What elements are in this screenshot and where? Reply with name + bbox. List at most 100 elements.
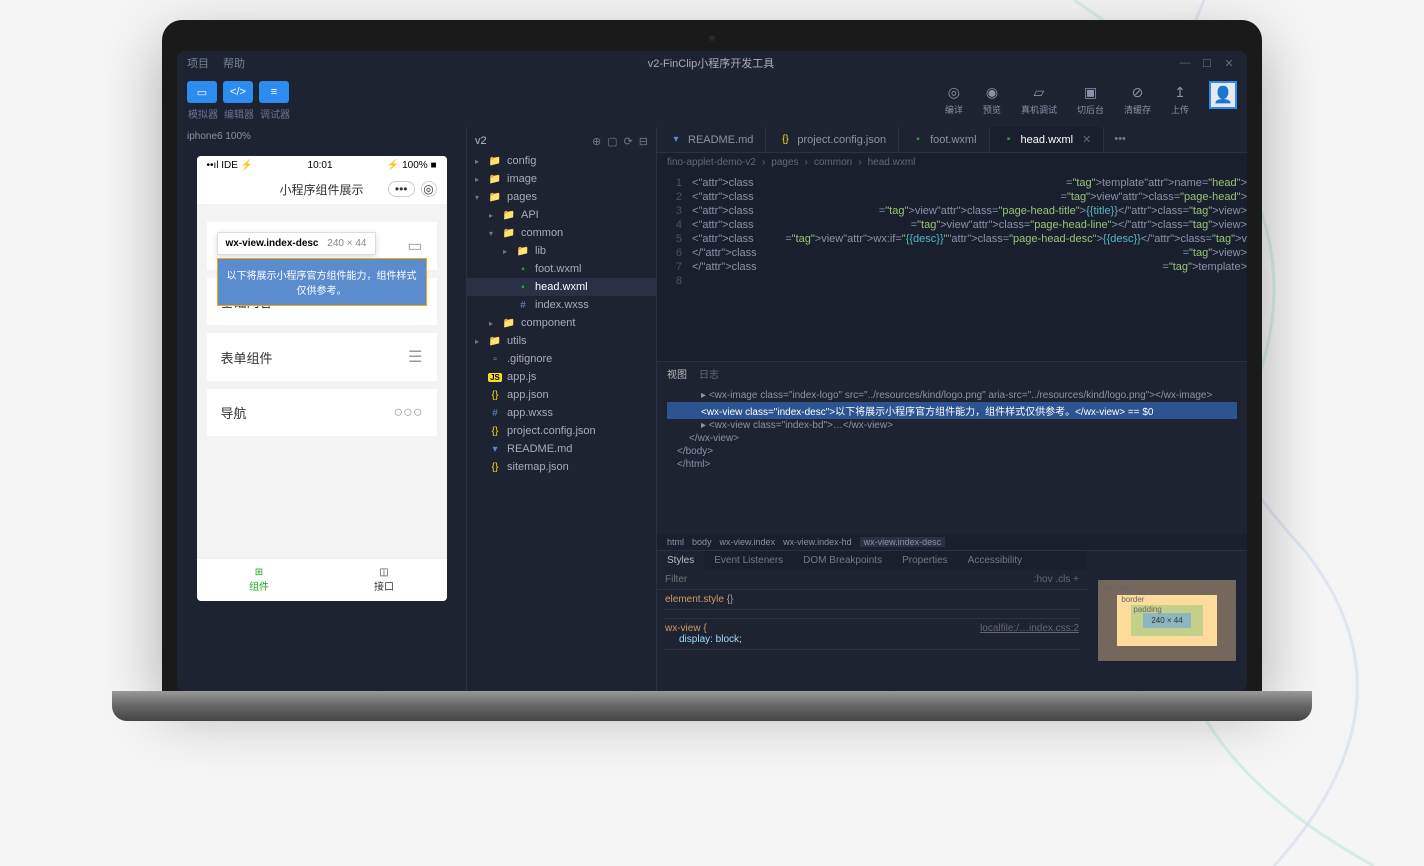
menu-help[interactable]: 帮助 [223, 55, 245, 71]
nav-icon: ○○○ [394, 404, 423, 422]
simulator-label: 模拟器 [187, 106, 219, 121]
panel-tab-properties[interactable]: Properties [892, 551, 958, 570]
phone-menu-icon[interactable]: ••• [388, 181, 415, 197]
preview-icon: ◉ [983, 83, 1001, 101]
phone-content[interactable]: wx-view.index-desc 240 × 44 以下将展示小程序官方组件… [197, 204, 447, 558]
markdown-icon: ▾ [669, 134, 683, 145]
tree-item[interactable]: {}app.json [467, 386, 656, 404]
tree-item[interactable]: ▸📁image [467, 170, 656, 188]
devtools-tab-elements[interactable]: 视图 [667, 366, 687, 381]
camera-dot [709, 35, 715, 41]
laptop-frame: 项目 帮助 v2-FinClip小程序开发工具 — ☐ ✕ ▭ </> ≡ 模拟… [162, 20, 1262, 691]
maximize-button[interactable]: ☐ [1199, 57, 1215, 69]
user-avatar[interactable]: 👤 [1209, 81, 1237, 109]
status-left: ••ıl IDE ⚡ [207, 160, 254, 171]
remotedebug-icon: ▱ [1030, 83, 1048, 101]
panel-tab-dom-bp[interactable]: DOM Breakpoints [793, 551, 892, 570]
compile-button[interactable]: ◎编详 [937, 81, 971, 118]
tree-item[interactable]: ▸📁component [467, 314, 656, 332]
upload-button[interactable]: ↥上传 [1163, 81, 1197, 118]
preview-button[interactable]: ◉预览 [975, 81, 1009, 118]
styles-filter-ext[interactable]: :hov .cls + [1026, 570, 1087, 589]
code-editor[interactable]: 1<"attr">class="tag">template "attr">nam… [657, 172, 1247, 361]
editor-tab[interactable]: ▪head.wxml✕ [990, 127, 1105, 152]
inspector-tooltip: wx-view.index-desc 240 × 44 [217, 232, 376, 255]
refresh-icon[interactable]: ⟳ [624, 135, 633, 148]
tree-item[interactable]: #index.wxss [467, 296, 656, 314]
tree-item[interactable]: ▸📁config [467, 152, 656, 170]
phone-status-bar: ••ıl IDE ⚡ 10:01 ⚡ 100% ■ [197, 156, 447, 175]
tree-item[interactable]: ▸📁utils [467, 332, 656, 350]
tree-item[interactable]: ▸📁API [467, 206, 656, 224]
close-button[interactable]: ✕ [1221, 57, 1237, 69]
minimize-button[interactable]: — [1177, 57, 1193, 69]
status-right: ⚡ 100% ■ [387, 160, 437, 171]
laptop-base [112, 691, 1312, 721]
styles-panel: Styles Event Listeners DOM Breakpoints P… [657, 551, 1087, 692]
compile-icon: ◎ [945, 83, 963, 101]
phone-close-icon[interactable]: ◎ [421, 181, 437, 197]
debug-toggle[interactable]: ≡ [259, 81, 289, 103]
editor-toggle[interactable]: </> [223, 81, 253, 103]
new-file-icon[interactable]: ⊕ [592, 135, 601, 148]
panel-tab-accessibility[interactable]: Accessibility [958, 551, 1032, 570]
background-icon: ▣ [1081, 83, 1099, 101]
tab-interface[interactable]: ◫接口 [322, 559, 447, 601]
editor-label: 编辑器 [223, 106, 255, 121]
upload-icon: ↥ [1171, 83, 1189, 101]
editor-tab[interactable]: ▾README.md [657, 127, 766, 152]
tree-item[interactable]: JSapp.js [467, 368, 656, 386]
tree-item[interactable]: ▪head.wxml [467, 278, 656, 296]
simulator-toggle[interactable]: ▭ [187, 81, 217, 103]
form-icon: ☰ [408, 347, 422, 367]
styles-filter-input[interactable] [657, 570, 1026, 589]
file-tree: ▸📁config▸📁image▾📁pages▸📁API▾📁common▸📁lib… [467, 152, 656, 476]
window-titlebar: 项目 帮助 v2-FinClip小程序开发工具 — ☐ ✕ [177, 51, 1247, 75]
devtools-tab-console[interactable]: 日志 [699, 366, 719, 381]
collapse-icon[interactable]: ⊟ [639, 135, 648, 148]
editor-tabs: ▾README.md {}project.config.json ▪foot.w… [657, 127, 1247, 153]
tree-item[interactable]: {}sitemap.json [467, 458, 656, 476]
clearcache-icon: ⊘ [1128, 83, 1146, 101]
panel-tab-styles[interactable]: Styles [657, 551, 704, 570]
dom-breadcrumb: html body wx-view.index wx-view.index-hd… [657, 534, 1247, 550]
editor-tab[interactable]: {}project.config.json [766, 127, 899, 152]
explorer-root[interactable]: v2 [475, 135, 487, 148]
phone-frame: ••ıl IDE ⚡ 10:01 ⚡ 100% ■ 小程序组件展示 •••◎ w… [197, 156, 447, 601]
tree-item[interactable]: ▾📁common [467, 224, 656, 242]
clearcache-button[interactable]: ⊘清缓存 [1116, 81, 1159, 118]
panel-tab-listeners[interactable]: Event Listeners [704, 551, 793, 570]
list-item[interactable]: 导航○○○ [207, 389, 437, 436]
close-tab-icon[interactable]: ✕ [1082, 133, 1091, 146]
json-icon: {} [778, 134, 792, 145]
css-rules[interactable]: element.style {}</span><span class="sel"… [657, 590, 1087, 692]
tree-item[interactable]: ▾📁pages [467, 188, 656, 206]
status-time: 10:01 [308, 160, 333, 171]
tab-components[interactable]: ⊞组件 [197, 559, 322, 601]
box-model-content: 240 × 44 [1143, 613, 1190, 628]
menu-project[interactable]: 项目 [187, 55, 209, 71]
interface-icon: ◫ [330, 567, 439, 578]
simulator-device[interactable]: iphone6 100% [177, 127, 466, 146]
tree-item[interactable]: ▪foot.wxml [467, 260, 656, 278]
new-folder-icon[interactable]: ▢ [607, 135, 617, 148]
tree-item[interactable]: {}project.config.json [467, 422, 656, 440]
dom-inspector[interactable]: ▸ <wx-image class="index-logo" src="../r… [657, 385, 1247, 534]
tree-item[interactable]: ▫.gitignore [467, 350, 656, 368]
remotedebug-button[interactable]: ▱真机调试 [1013, 81, 1065, 118]
editor-breadcrumb: fino-applet-demo-v2› pages› common› head… [657, 153, 1247, 172]
wxml-icon: ▪ [911, 134, 925, 145]
background-button[interactable]: ▣切后台 [1069, 81, 1112, 118]
window-title: v2-FinClip小程序开发工具 [648, 55, 775, 71]
file-explorer: v2 ⊕ ▢ ⟳ ⊟ ▸📁config▸📁image▾📁pages▸📁API▾📁… [467, 127, 657, 691]
ide-window: 项目 帮助 v2-FinClip小程序开发工具 — ☐ ✕ ▭ </> ≡ 模拟… [177, 51, 1247, 691]
tree-item[interactable]: ▾README.md [467, 440, 656, 458]
editor-tab[interactable]: ▪foot.wxml [899, 127, 989, 152]
tree-item[interactable]: ▸📁lib [467, 242, 656, 260]
phone-page-title: 小程序组件展示 •••◎ [197, 175, 447, 204]
list-item[interactable]: 表单组件☰ [207, 333, 437, 381]
tabs-overflow-icon[interactable]: ••• [1104, 127, 1136, 152]
components-icon: ⊞ [205, 567, 314, 578]
debug-label: 调试器 [259, 106, 291, 121]
tree-item[interactable]: #app.wxss [467, 404, 656, 422]
